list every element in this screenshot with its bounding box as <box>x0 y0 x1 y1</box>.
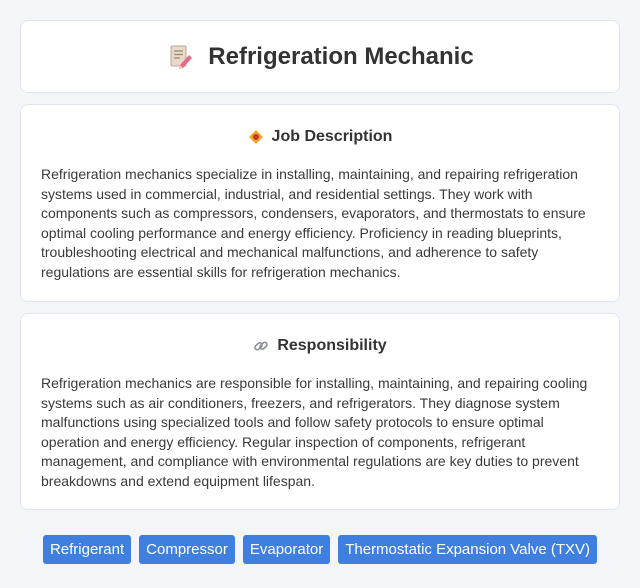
job-description-text: Refrigeration mechanics specialize in in… <box>41 166 586 280</box>
document-pencil-icon <box>170 45 193 69</box>
header-card: Refrigeration Mechanic <box>20 20 620 93</box>
responsibility-heading-wrapper: Responsibility <box>41 336 599 356</box>
link-icon <box>254 341 269 351</box>
page-title-wrapper: Refrigeration Mechanic <box>166 42 474 71</box>
page-title: Refrigeration Mechanic <box>208 42 474 70</box>
tag-list: Refrigerant Compressor Evaporator Thermo… <box>0 535 640 564</box>
tag-compressor[interactable]: Compressor <box>139 535 235 564</box>
diamond-badge-icon <box>248 130 263 144</box>
tag-thermostatic-expansion-valve[interactable]: Thermostatic Expansion Valve (TXV) <box>338 535 598 564</box>
responsibility-text: Refrigeration mechanics are responsible … <box>41 375 588 489</box>
tag-refrigerant[interactable]: Refrigerant <box>42 535 132 564</box>
responsibility-heading: Responsibility <box>277 337 387 354</box>
job-description-card: Job Description Refrigeration mechanics … <box>20 104 620 302</box>
responsibility-card: Responsibility Refrigeration mechanics a… <box>20 313 620 510</box>
tag-evaporator[interactable]: Evaporator <box>242 535 331 564</box>
job-description-heading: Job Description <box>271 128 393 145</box>
job-description-heading-wrapper: Job Description <box>41 127 599 147</box>
